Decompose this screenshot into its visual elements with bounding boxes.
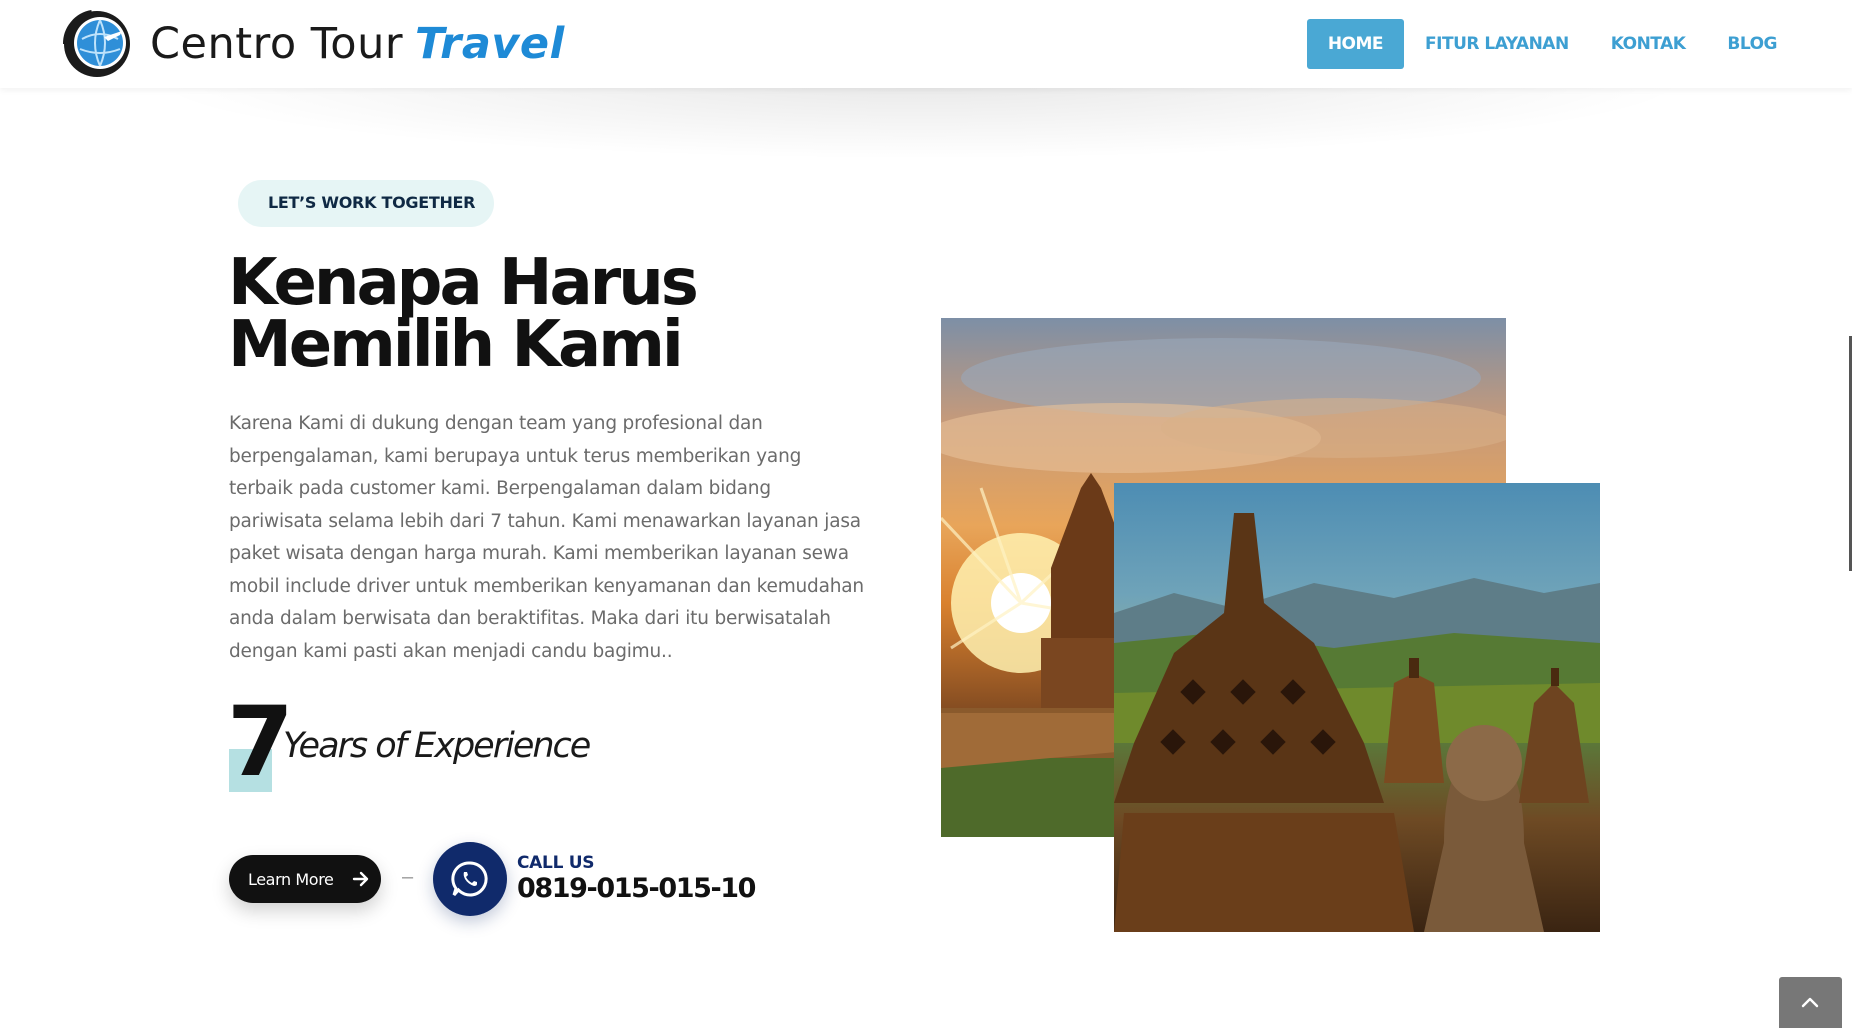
section-title: Kenapa Harus Memilih Kami [228,246,699,382]
main-nav: HOME FITUR LAYANAN KONTAK BLOG [1306,19,1798,69]
nav-home[interactable]: HOME [1306,19,1405,69]
nav-kontak[interactable]: KONTAK [1590,19,1707,69]
experience-number: 7 [227,686,294,798]
site-header: Centro Tour Travel HOME FITUR LAYANAN KO… [0,0,1852,88]
chevron-up-icon [1801,997,1819,1008]
learn-more-label: Learn More [248,869,334,889]
borobudur-image [1114,483,1600,932]
call-us-label: CALL US [517,853,595,873]
section-description: Karena Kami di dukung dengan team yang p… [229,413,864,662]
nav-fitur-layanan[interactable]: FITUR LAYANAN [1404,19,1590,69]
separator-dash: – [402,866,414,888]
logo-text-primary: Centro Tour [150,19,404,69]
experience-text: Years of Experience [283,726,591,766]
section-tag: LET’S WORK TOGETHER [268,193,476,212]
back-to-top-button[interactable] [1779,977,1842,1028]
arrow-right-icon [349,867,373,891]
nav-blog[interactable]: BLOG [1706,19,1798,69]
globe-airplane-icon [62,9,132,79]
logo-text-accent: Travel [415,19,565,69]
learn-more-button[interactable]: Learn More [229,855,381,903]
whatsapp-button[interactable] [433,842,507,916]
logo-wordmark: Centro Tour Travel [150,19,565,69]
site-logo[interactable]: Centro Tour Travel [62,8,565,80]
whatsapp-icon [451,861,488,897]
call-us-number[interactable]: 0819-015-015-10 [517,873,756,904]
